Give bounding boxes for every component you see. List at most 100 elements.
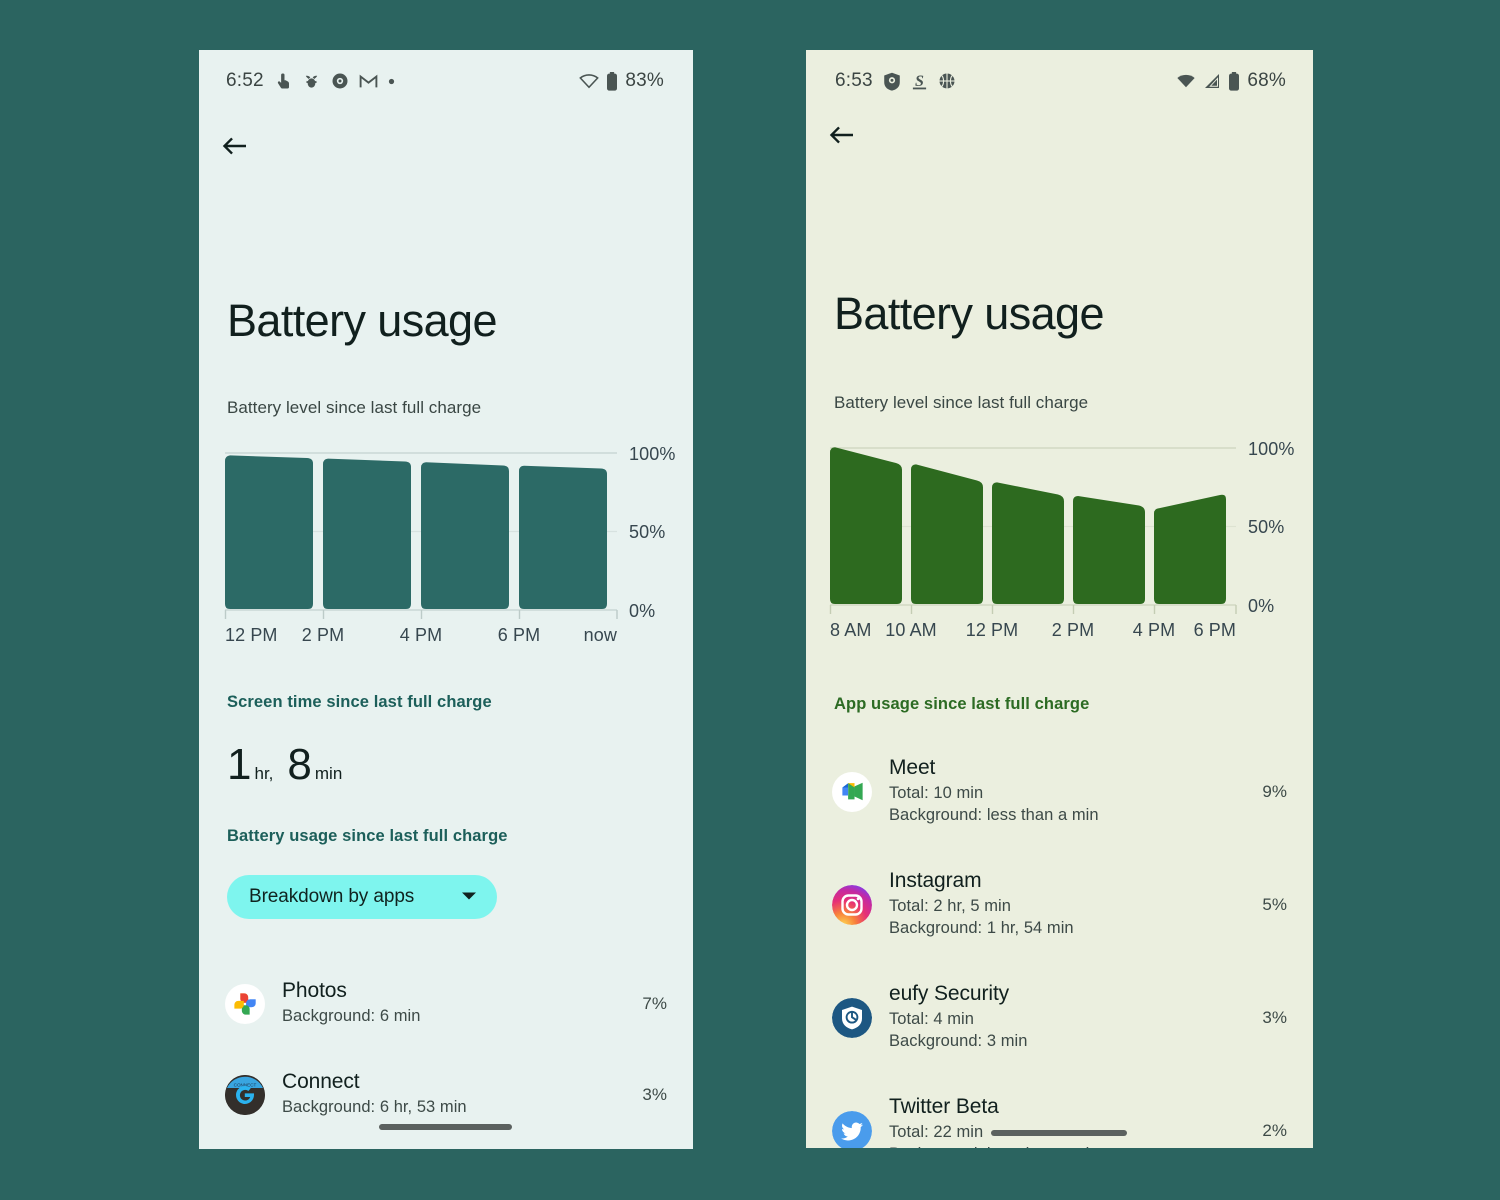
xtick-4: now (584, 625, 618, 645)
instagram-icon (832, 884, 872, 925)
chart-caption: Battery level since last full charge (834, 393, 1089, 412)
screen-time-minutes-unit: min (314, 764, 343, 783)
pokeball-icon (331, 72, 349, 90)
home-indicator[interactable] (379, 1124, 512, 1130)
status-bar: 6:53 S 68% (806, 50, 1313, 112)
wifi-icon (1176, 73, 1196, 89)
battery-level-chart: 100% 50% 0% 12 PM 2 PM 4 PM 6 PM now (219, 436, 679, 646)
back-button[interactable] (819, 113, 863, 157)
list-item[interactable]: Instagram Total: 2 hr, 5 min Background:… (806, 848, 1313, 961)
ytick-50: 50% (1248, 517, 1284, 537)
signal-icon (1203, 73, 1221, 89)
breakdown-by-apps-dropdown[interactable]: Breakdown by apps (227, 875, 497, 919)
chart-ylabels: 100% 50% 0% (1248, 439, 1294, 616)
battery-icon (606, 71, 618, 91)
s-logo-icon: S (911, 72, 928, 91)
xtick-1: 10 AM (885, 620, 937, 640)
xtick-5: 6 PM (1194, 620, 1236, 640)
list-item-text: Connect Background: 6 hr, 53 min (282, 1070, 630, 1119)
list-item[interactable]: Meet Total: 10 min Background: less than… (806, 735, 1313, 848)
chart-xticks (224, 610, 618, 619)
chart-bars (225, 455, 607, 609)
ytick-0: 0% (1248, 596, 1274, 616)
ytick-100: 100% (1248, 439, 1294, 459)
app-name: Instagram (889, 869, 982, 893)
status-bar-right-group: 68% (1176, 70, 1286, 92)
app-battery-percent: 5% (1262, 894, 1287, 914)
screen-time-minutes: 8 (287, 740, 312, 789)
chart-xlabels: 12 PM 2 PM 4 PM 6 PM now (225, 625, 618, 645)
hand-tap-icon (274, 72, 292, 90)
back-button[interactable] (212, 124, 256, 168)
gmail-icon (359, 74, 378, 89)
eufy-security-icon (832, 997, 872, 1038)
app-subtitle-line: Background: 1 hr, 54 min (889, 919, 1074, 937)
google-photos-icon (225, 983, 265, 1024)
xtick-2: 4 PM (400, 625, 442, 645)
chart-caption: Battery level since last full charge (227, 398, 482, 417)
ytick-0: 0% (629, 601, 655, 621)
chart-xticks (829, 605, 1237, 614)
status-bar-clock: 6:52 (226, 70, 264, 91)
status-bar-left-group: 6:52 (226, 70, 395, 92)
app-subtitle-line: Background: 3 min (889, 1032, 1028, 1050)
app-battery-percent: 3% (1262, 1007, 1287, 1027)
app-subtitle-line: Background: 6 min (282, 1007, 421, 1026)
app-battery-percent: 2% (1262, 1120, 1287, 1140)
google-meet-icon (832, 771, 872, 812)
page-title: Battery usage (227, 295, 497, 346)
screen-time-section-label[interactable]: Screen time since last full charge (227, 693, 492, 712)
list-item[interactable]: Photos Background: 6 min 7% (199, 958, 693, 1049)
xtick-3: 6 PM (498, 625, 540, 645)
shield-icon (883, 72, 901, 91)
screen-time-duration: 1 hr, 8 min (227, 740, 342, 790)
app-subtitle-line: Total: 4 min (889, 1010, 974, 1029)
app-subtitle-line: Total: 10 min (889, 784, 984, 803)
dot-icon (388, 78, 395, 85)
xtick-4: 4 PM (1133, 620, 1175, 640)
bee-icon (302, 73, 321, 90)
list-item-text: Meet Total: 10 min Background: less than… (889, 756, 1250, 827)
list-item[interactable]: Twitter Beta Total: 22 min Background: l… (806, 1074, 1313, 1148)
app-battery-percent: 3% (642, 1084, 667, 1104)
app-battery-percent: 7% (642, 993, 667, 1013)
chart-ylabels: 100% 50% 0% (629, 444, 675, 621)
status-bar-battery-percent: 68% (1247, 70, 1286, 91)
wifi-icon (579, 73, 600, 89)
app-subtitle-line: Total: 2 hr, 5 min (889, 897, 1011, 916)
home-indicator[interactable] (991, 1130, 1127, 1136)
list-item-text: Photos Background: 6 min (282, 979, 630, 1028)
app-subtitle-line: Background: 6 hr, 53 min (282, 1098, 467, 1117)
app-subtitle-line: Background: less than a min (889, 806, 1099, 824)
battery-usage-section-label[interactable]: Battery usage since last full charge (227, 827, 508, 846)
app-name: eufy Security (889, 982, 1010, 1006)
phone-screenshot-right: 6:53 S 68% Battery usage Battery level s… (806, 50, 1313, 1148)
breakdown-dropdown-label: Breakdown by apps (249, 886, 415, 907)
app-usage-section-label[interactable]: App usage since last full charge (834, 695, 1089, 714)
status-bar-left-group: 6:53 S (835, 70, 956, 92)
chart-xlabels: 8 AM 10 AM 12 PM 2 PM 4 PM 6 PM (830, 620, 1236, 640)
chart-bars (830, 447, 1226, 604)
list-item-text: Instagram Total: 2 hr, 5 min Background:… (889, 869, 1250, 940)
list-item[interactable]: Meet Screen time: less than a min 2% (199, 1140, 693, 1149)
xtick-0: 12 PM (225, 625, 278, 645)
app-name: Meet (889, 756, 936, 780)
list-item[interactable]: eufy Security Total: 4 min Background: 3… (806, 961, 1313, 1074)
status-bar-right-group: 83% (579, 70, 664, 92)
battery-app-list: Photos Background: 6 min 7% CONNECT Conn… (199, 958, 693, 1149)
status-bar-battery-percent: 83% (625, 70, 664, 91)
app-name: Connect (282, 1070, 360, 1094)
basketball-icon (938, 72, 956, 90)
page-title: Battery usage (834, 288, 1104, 339)
status-bar-clock: 6:53 (835, 70, 873, 91)
status-bar: 6:52 83% (199, 50, 693, 112)
app-subtitle-line: Background: less than a min (889, 1144, 1250, 1148)
xtick-0: 8 AM (830, 620, 871, 640)
twitter-icon (832, 1110, 872, 1148)
app-name: Twitter Beta (889, 1095, 999, 1119)
xtick-1: 2 PM (302, 625, 344, 645)
ytick-50: 50% (629, 522, 665, 542)
battery-level-chart: 100% 50% 0% 8 AM 10 AM 12 PM 2 PM 4 PM 6… (824, 431, 1304, 641)
app-name: Photos (282, 979, 347, 1003)
xtick-3: 2 PM (1052, 620, 1094, 640)
